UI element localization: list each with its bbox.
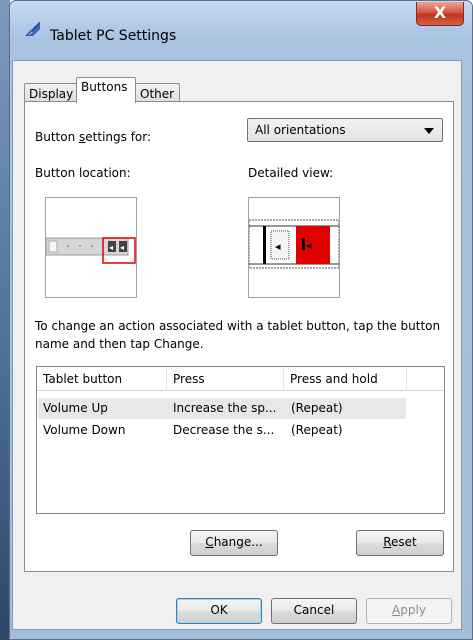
tab-buttons[interactable]: Buttons (76, 77, 136, 103)
list-item-press-action: Decrease the s... (173, 423, 275, 437)
window-title: Tablet PC Settings (50, 28, 177, 44)
button-settings-for-label: Button settings for: (35, 130, 152, 144)
list-item-press-action: Increase the sp... (173, 401, 277, 415)
pen-icon (25, 21, 41, 37)
close-button[interactable]: X (416, 2, 464, 26)
svg-text:◂: ◂ (109, 243, 113, 252)
detailed-button-illustration: ◂ ◂ (248, 219, 340, 269)
list-item-button-name: Volume Up (43, 401, 108, 415)
list-header: Tablet button Press Press and hold (37, 367, 444, 391)
svg-text:◂: ◂ (306, 239, 312, 252)
column-header-tablet-button[interactable]: Tablet button (37, 367, 167, 391)
list-item-hold-action: (Repeat) (291, 401, 343, 415)
change-button[interactable]: Change... (190, 530, 278, 556)
apply-button[interactable]: Apply (366, 598, 452, 624)
list-item-hold-action: (Repeat) (291, 423, 343, 437)
tablet-button-list[interactable]: Tablet button Press Press and hold Volum… (36, 366, 445, 514)
list-item-volume-up[interactable]: Volume Up Increase the sp... (Repeat) (38, 398, 406, 419)
detailed-view-preview: ◂ ◂ (248, 197, 340, 298)
tab-display[interactable]: Display (24, 83, 77, 103)
orientation-dropdown-value: All orientations (255, 123, 346, 137)
column-header-press[interactable]: Press (167, 367, 284, 391)
svg-text:◂: ◂ (120, 243, 124, 252)
svg-text:◂: ◂ (275, 240, 281, 253)
button-location-preview: ◂ ◂ (45, 197, 137, 298)
column-header-press-and-hold[interactable]: Press and hold (284, 367, 407, 391)
ok-button[interactable]: OK (176, 598, 262, 624)
instructions-text: To change an action associated with a ta… (35, 319, 441, 351)
title-bar[interactable]: Tablet PC Settings X (10, 1, 472, 44)
cancel-button[interactable]: Cancel (271, 598, 357, 624)
orientation-dropdown[interactable]: All orientations (247, 118, 443, 142)
list-item-volume-down[interactable]: Volume Down Decrease the s... (Repeat) (38, 420, 406, 441)
list-item-button-name: Volume Down (43, 423, 126, 437)
chevron-down-icon (424, 128, 434, 134)
tablet-edge-illustration: ◂ ◂ (45, 237, 136, 264)
reset-button[interactable]: Reset (356, 530, 444, 556)
button-location-label: Button location: (35, 166, 131, 180)
detailed-view-label: Detailed view: (248, 166, 334, 180)
tab-other[interactable]: Other (135, 83, 180, 103)
